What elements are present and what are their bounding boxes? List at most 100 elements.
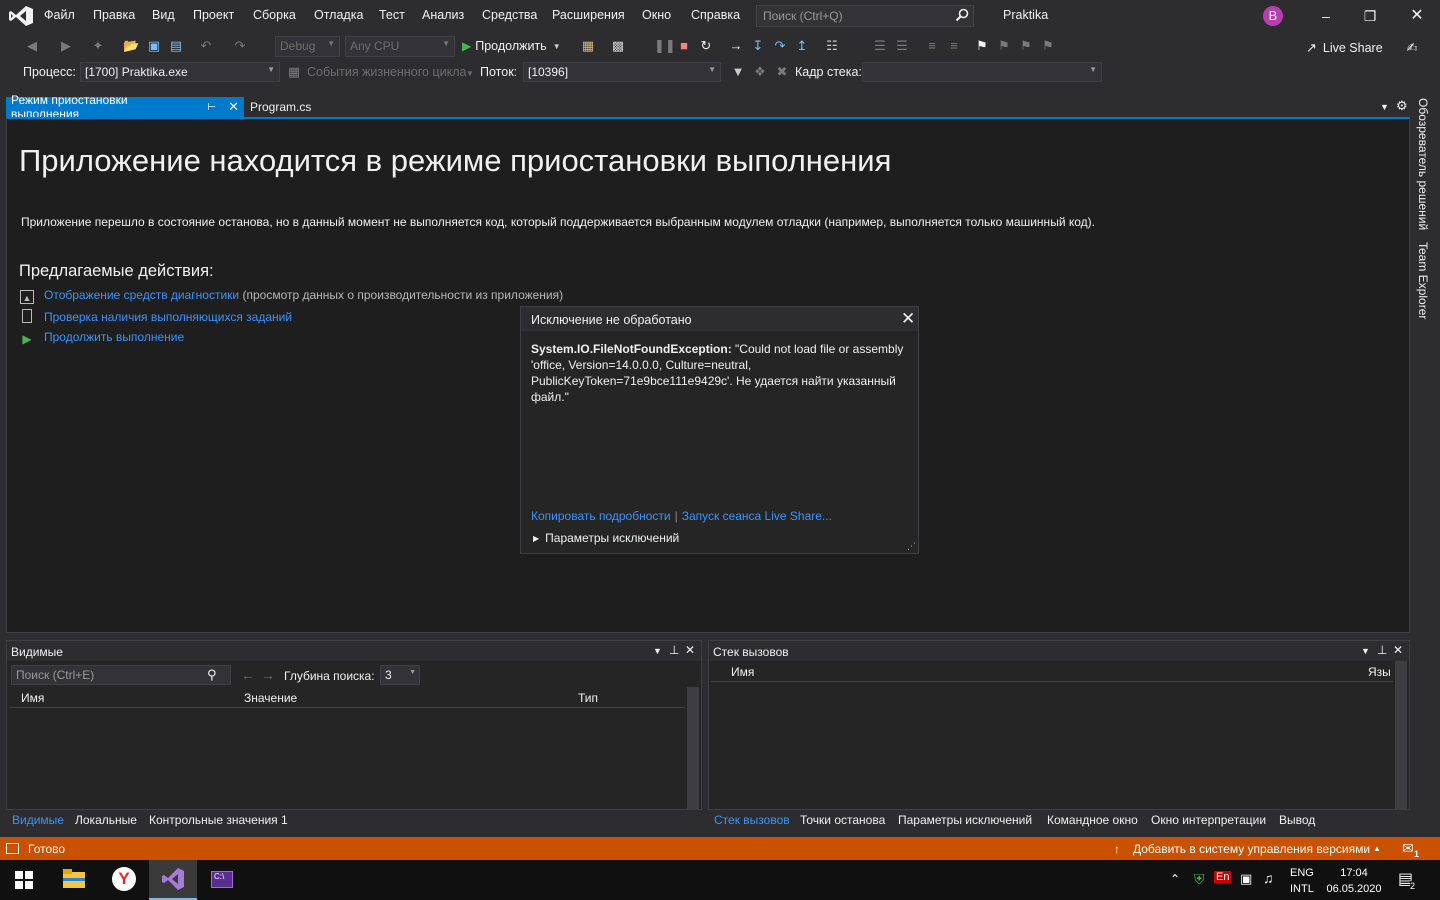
close-icon[interactable]: ✕ xyxy=(228,99,239,115)
prev-bookmark-icon[interactable]: ⚑ xyxy=(996,38,1012,54)
save-icon[interactable]: ▣ xyxy=(146,38,162,54)
unflag-threads-icon[interactable]: ✖ xyxy=(774,64,790,80)
save-all-icon[interactable]: ▤ xyxy=(168,38,184,54)
pin-icon[interactable]: ⊥ xyxy=(669,643,679,657)
close-icon[interactable]: ✕ xyxy=(685,643,695,657)
diagnostics-link[interactable]: Отображение средств диагностики xyxy=(44,288,239,302)
thread-select[interactable]: [10396] ▼ xyxy=(523,62,721,82)
copy-details-link[interactable]: Копировать подробности xyxy=(531,509,671,523)
search-icon[interactable] xyxy=(955,8,969,22)
pin-icon[interactable]: ⊢ xyxy=(207,102,216,113)
call-stack-column-language[interactable]: Язык xyxy=(1368,665,1390,679)
chevron-down-icon[interactable]: ▼ xyxy=(1361,646,1370,656)
gear-icon[interactable]: ⚙ xyxy=(1396,98,1408,114)
add-to-source-control-button[interactable]: Добавить в систему управления версиями xyxy=(1133,842,1370,856)
network-icon[interactable]: ▣ xyxy=(1240,871,1252,887)
process-select[interactable]: [1700] Praktika.exe ▼ xyxy=(80,62,280,82)
notification-bell-icon[interactable]: ✉ xyxy=(1402,840,1414,857)
menu-tools[interactable]: Средства xyxy=(482,8,537,22)
user-avatar[interactable]: B xyxy=(1263,6,1283,26)
volume-icon[interactable]: ♫ xyxy=(1263,870,1274,886)
lifecycle-events-icon[interactable]: ▦ xyxy=(286,64,302,80)
tab-output[interactable]: Вывод xyxy=(1279,813,1315,827)
tab-break-mode[interactable]: Режим приостановки выполнения ⊢ ✕ xyxy=(6,93,244,121)
close-icon[interactable]: ✕ xyxy=(901,309,915,329)
search-depth-select[interactable]: 3 ▼ xyxy=(380,665,420,685)
search-forward-icon[interactable]: → xyxy=(261,667,275,683)
navigate-back-icon[interactable]: ◀ xyxy=(24,38,40,54)
undo-icon[interactable]: ↶ xyxy=(198,38,214,54)
tab-command-window[interactable]: Командное окно xyxy=(1047,813,1138,827)
chevron-down-icon[interactable]: ▼ xyxy=(653,646,662,656)
resize-grip-icon[interactable]: ⋰ xyxy=(907,541,916,552)
menu-help[interactable]: Справка xyxy=(691,8,740,22)
menu-edit[interactable]: Правка xyxy=(93,8,135,22)
menu-build[interactable]: Сборка xyxy=(253,8,296,22)
tab-breakpoints[interactable]: Точки останова xyxy=(800,813,885,827)
pin-icon[interactable]: ⊥ xyxy=(1377,643,1387,657)
navigate-forward-icon[interactable]: ▶ xyxy=(58,38,74,54)
lifecycle-events-label[interactable]: События жизненного цикла xyxy=(307,65,466,79)
visual-studio-taskbar-button[interactable] xyxy=(149,860,197,900)
feedback-icon[interactable]: ✍ xyxy=(1404,40,1420,56)
menu-file[interactable]: Файл xyxy=(44,8,75,22)
menu-analyze[interactable]: Анализ xyxy=(422,8,464,22)
team-explorer-tab[interactable]: Team Explorer xyxy=(1416,242,1430,319)
menu-view[interactable]: Вид xyxy=(152,8,175,22)
break-all-icon[interactable]: ❚❚ xyxy=(654,38,676,54)
solution-explorer-tab[interactable]: Обозреватель решений xyxy=(1416,98,1430,230)
clear-bookmarks-icon[interactable]: ⚑ xyxy=(1040,38,1056,54)
live-share-button[interactable]: ↗ Live Share xyxy=(1306,40,1383,56)
exception-settings-expander[interactable]: ▶ Параметры исключений xyxy=(533,531,679,545)
search-back-icon[interactable]: ← xyxy=(241,667,255,683)
continue-button[interactable]: ▶ Продолжить ▼ xyxy=(462,37,561,55)
restart-icon[interactable]: ↻ xyxy=(698,38,714,54)
new-project-icon[interactable]: ✦ xyxy=(90,38,106,54)
call-stack-scrollbar[interactable] xyxy=(1395,661,1407,809)
indent-icon[interactable]: ≡ xyxy=(924,38,940,54)
tray-chevron-up-icon[interactable]: ⌃ xyxy=(1170,872,1180,886)
system-clock[interactable]: 17:04 06.05.2020 xyxy=(1326,865,1382,897)
hex-display-icon[interactable]: ☷ xyxy=(824,38,840,54)
filter-icon[interactable]: ▼ xyxy=(730,64,746,80)
windows-start-icon[interactable] xyxy=(15,871,33,889)
tab-call-stack[interactable]: Стек вызовов xyxy=(714,813,790,827)
keyboard-language[interactable]: ENG INTL xyxy=(1290,865,1314,897)
close-window-button[interactable]: ✕ xyxy=(1403,4,1431,28)
continue-execution-link[interactable]: Продолжить выполнение xyxy=(44,330,184,344)
quick-search-input[interactable]: Поиск (Ctrl+Q) xyxy=(756,5,974,27)
console-window-icon[interactable]: C:\ xyxy=(211,871,233,888)
step-into-icon[interactable]: ↧ xyxy=(750,38,766,54)
bookmark-icon[interactable]: ⚑ xyxy=(974,38,990,54)
uncomment-icon[interactable]: ☰ xyxy=(894,38,910,54)
file-explorer-icon[interactable] xyxy=(63,869,85,889)
search-icon[interactable]: ⚲ xyxy=(207,667,217,683)
autos-column-type[interactable]: Тип xyxy=(578,691,598,705)
stop-debugging-icon[interactable]: ■ xyxy=(676,38,692,54)
open-file-icon[interactable]: 📂 xyxy=(123,38,139,54)
solution-configuration-select[interactable]: Debug ▼ xyxy=(275,36,340,57)
flag-threads-icon[interactable]: ❖ xyxy=(752,64,768,80)
tab-exception-settings[interactable]: Параметры исключений xyxy=(898,813,1032,827)
tab-program-cs[interactable]: Program.cs xyxy=(250,100,311,114)
tab-locals[interactable]: Локальные xyxy=(75,813,137,827)
step-out-icon[interactable]: ↥ xyxy=(794,38,810,54)
outdent-icon[interactable]: ≡ xyxy=(946,38,962,54)
autos-column-name[interactable]: Имя xyxy=(21,691,44,705)
tab-overflow-chevron-icon[interactable]: ▼ xyxy=(1380,102,1389,112)
autos-scrollbar[interactable] xyxy=(687,687,699,809)
menu-project[interactable]: Проект xyxy=(193,8,234,22)
menu-test[interactable]: Тест xyxy=(379,8,405,22)
yandex-browser-icon[interactable]: Y xyxy=(112,867,136,891)
solution-platform-select[interactable]: Any CPU ▼ xyxy=(345,36,455,57)
tab-watch-1[interactable]: Контрольные значения 1 xyxy=(149,813,288,827)
comment-icon[interactable]: ☰ xyxy=(872,38,888,54)
call-stack-column-name[interactable]: Имя xyxy=(731,665,754,679)
hot-reload-icon[interactable]: ▦ xyxy=(580,38,596,54)
close-icon[interactable]: ✕ xyxy=(1393,643,1403,657)
next-bookmark-icon[interactable]: ⚑ xyxy=(1018,38,1034,54)
tasks-link[interactable]: Проверка наличия выполняющихся заданий xyxy=(44,310,292,324)
menu-window[interactable]: Окно xyxy=(642,8,671,22)
ime-indicator[interactable]: En xyxy=(1214,871,1232,883)
menu-debug[interactable]: Отладка xyxy=(314,8,363,22)
